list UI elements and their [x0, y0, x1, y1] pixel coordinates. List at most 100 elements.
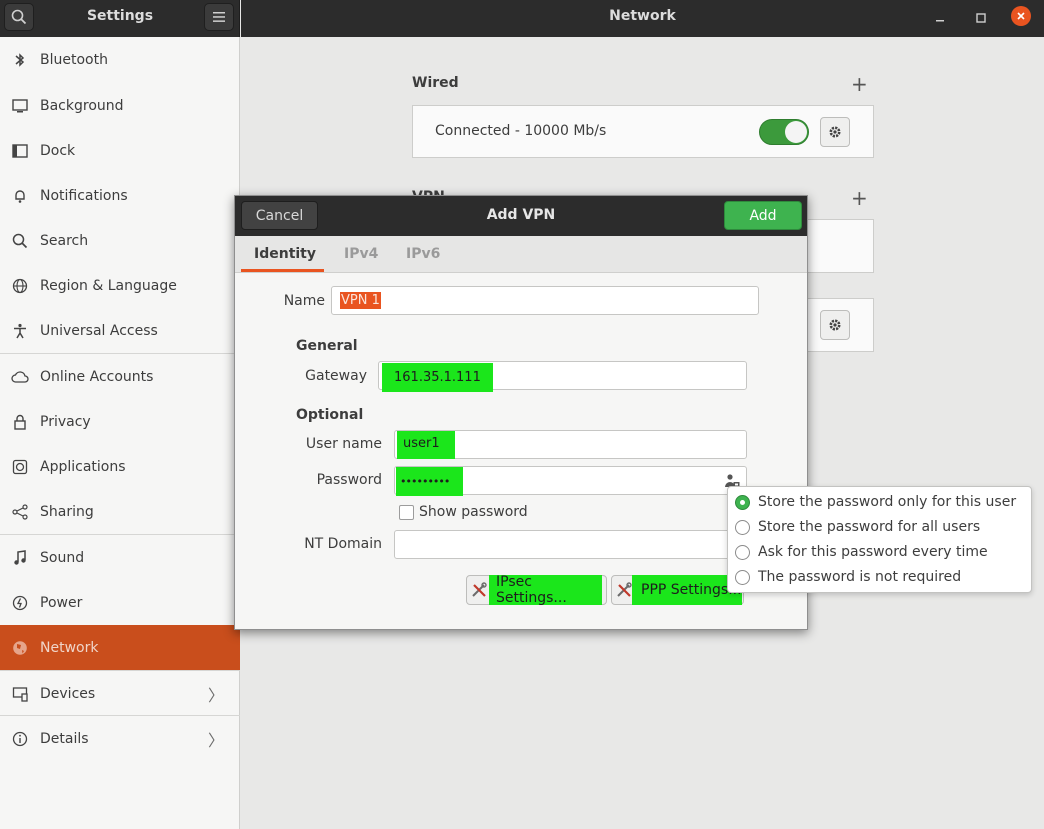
sidebar-item-label: Sound [40, 549, 85, 566]
plus-icon: + [851, 72, 868, 96]
minimize-button[interactable] [929, 7, 951, 29]
power-icon [11, 594, 29, 612]
add-vpn-dialog: Cancel Add VPN Add Identity IPv4 IPv6 Na… [234, 195, 808, 630]
sidebar-item-label: Bluetooth [40, 51, 108, 68]
sidebar-item-sound[interactable]: Sound [0, 535, 240, 580]
ipsec-settings-button[interactable]: IPsec Settings... [466, 574, 607, 606]
radio-button[interactable] [735, 569, 750, 585]
ntdomain-field[interactable] [394, 530, 747, 559]
sidebar-item-background[interactable]: Background [0, 83, 240, 128]
add-wired-button[interactable]: + [851, 74, 868, 94]
main-header: Network [241, 0, 1044, 37]
password-field[interactable]: ••••••••• [394, 466, 747, 496]
search-icon [11, 232, 29, 250]
optional-section-title: Optional [296, 407, 364, 423]
add-vpn-button[interactable]: + [851, 188, 868, 208]
sidebar-item-label: Background [40, 97, 124, 114]
sidebar-item-label: Region & Language [40, 277, 177, 294]
bell-icon [11, 187, 29, 205]
gateway-field[interactable]: 161.35.1.111 [378, 361, 747, 392]
applications-icon [11, 458, 29, 476]
sidebar-item-privacy[interactable]: Privacy [0, 399, 240, 444]
not-required-option[interactable]: The password is not required [735, 567, 961, 587]
wired-status: Connected - 10000 Mb/s [435, 123, 607, 139]
menu-button[interactable] [204, 3, 234, 31]
sidebar-item-power[interactable]: Power [0, 580, 240, 625]
dialog-header: Cancel Add VPN Add [235, 196, 807, 236]
sidebar-item-label: Devices [40, 685, 96, 702]
tab-ipv6[interactable]: IPv6 [406, 246, 440, 262]
sidebar-item-dock[interactable]: Dock [0, 128, 240, 173]
radio-button[interactable] [735, 519, 750, 535]
name-field[interactable]: VPN 1 [331, 286, 759, 315]
sidebar-item-universal-access[interactable]: Universal Access [0, 308, 240, 353]
sidebar-item-label: Applications [40, 458, 126, 475]
gateway-value: 161.35.1.111 [382, 363, 493, 392]
tools-icon [471, 582, 487, 602]
sidebar-item-devices[interactable]: Devices 〉 [0, 671, 240, 716]
network-icon [11, 639, 29, 657]
option-label: Ask for this password every time [758, 544, 988, 560]
sidebar-item-bluetooth[interactable]: Bluetooth [0, 37, 240, 82]
dialog-title: Add VPN [486, 207, 556, 223]
sidebar-item-label: Power [40, 594, 83, 611]
tab-ipv4[interactable]: IPv4 [344, 246, 378, 262]
store-this-user-option[interactable]: Store the password only for this user [735, 492, 1016, 512]
gear-icon [829, 319, 841, 331]
store-all-users-option[interactable]: Store the password for all users [735, 517, 980, 537]
sidebar-item-notifications[interactable]: Notifications [0, 173, 240, 218]
wired-toggle[interactable] [759, 119, 809, 145]
show-password-label: Show password [419, 504, 528, 520]
ask-every-time-option[interactable]: Ask for this password every time [735, 542, 988, 562]
sidebar-item-label: Online Accounts [40, 368, 154, 385]
ppp-settings-button[interactable]: PPP Settings... [611, 575, 744, 605]
page-title: Network [609, 8, 676, 24]
sidebar-item-label: Search [40, 232, 89, 249]
sidebar-item-label: Network [40, 639, 99, 656]
bluetooth-icon [11, 51, 29, 69]
vpn-settings-button[interactable] [820, 310, 850, 340]
maximize-button[interactable] [970, 7, 992, 29]
close-button[interactable] [1011, 6, 1031, 26]
sidebar: Bluetooth Background Dock Notifications … [0, 37, 240, 829]
music-note-icon [11, 549, 29, 567]
sidebar-item-online-accounts[interactable]: Online Accounts [0, 354, 240, 399]
tools-icon [616, 582, 632, 602]
ntdomain-label: NT Domain [304, 536, 382, 552]
gear-icon [829, 126, 841, 138]
wired-panel: Connected - 10000 Mb/s [412, 105, 874, 158]
show-password-checkbox[interactable] [399, 505, 414, 520]
radio-button-selected[interactable] [735, 494, 750, 510]
sidebar-item-applications[interactable]: Applications [0, 444, 240, 489]
cloud-icon [11, 368, 29, 386]
minimize-icon [936, 20, 944, 22]
sidebar-item-search[interactable]: Search [0, 218, 240, 263]
sidebar-item-sharing[interactable]: Sharing [0, 489, 240, 534]
toggle-knob [785, 121, 807, 143]
radio-button[interactable] [735, 544, 750, 560]
plus-icon: + [851, 186, 868, 210]
hamburger-menu-icon [213, 12, 225, 22]
sidebar-item-label: Notifications [40, 187, 128, 204]
add-button[interactable]: Add [724, 201, 802, 230]
general-section-title: General [296, 338, 358, 354]
info-icon [11, 730, 29, 748]
sidebar-item-label: Dock [40, 142, 76, 159]
ipsec-settings-label: IPsec Settings... [489, 574, 602, 606]
username-label: User name [305, 436, 382, 452]
wired-section-title: Wired [412, 75, 459, 91]
sidebar-item-region-language[interactable]: Region & Language [0, 263, 240, 308]
wired-settings-button[interactable] [820, 117, 850, 147]
gateway-label: Gateway [305, 368, 367, 384]
sidebar-item-label: Universal Access [40, 322, 158, 339]
sidebar-item-label: Privacy [40, 413, 91, 430]
username-field[interactable]: user1 [394, 430, 747, 459]
maximize-icon [976, 13, 986, 23]
sidebar-header: Settings [0, 0, 240, 37]
password-label: Password [316, 472, 382, 488]
sidebar-item-network[interactable]: Network [0, 625, 240, 670]
option-label: The password is not required [758, 569, 962, 585]
sidebar-item-details[interactable]: Details 〉 [0, 716, 240, 761]
name-label: Name [283, 293, 325, 309]
tab-identity[interactable]: Identity [254, 246, 316, 262]
